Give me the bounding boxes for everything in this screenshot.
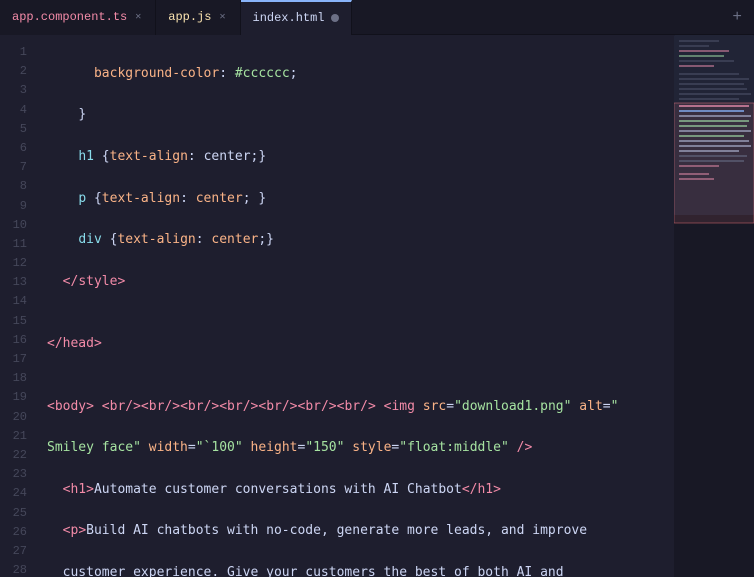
tab-label: app.js: [168, 10, 211, 24]
tab-bar: app.component.ts ✕ app.js ✕ index.html +: [0, 0, 754, 35]
editor-window: app.component.ts ✕ app.js ✕ index.html +…: [0, 0, 754, 577]
add-tab-button[interactable]: +: [720, 8, 754, 26]
code-line-6: </style>: [47, 272, 674, 293]
tab-index-html[interactable]: index.html: [241, 0, 352, 35]
code-line-4: p {text-align: center; }: [47, 189, 674, 210]
tab-close-icon[interactable]: ✕: [133, 10, 143, 24]
code-line-2: }: [47, 105, 674, 126]
tab-label: app.component.ts: [12, 10, 127, 24]
code-line-5: div {text-align: center;}: [47, 230, 674, 251]
minimap[interactable]: [674, 35, 754, 577]
code-line-13: <p>Build AI chatbots with no-code, gener…: [47, 521, 674, 542]
code-line-10: <body> <br/><br/><br/><br/><br/><br/><br…: [47, 397, 674, 418]
code-editor[interactable]: background-color: #cccccc; } h1 {text-al…: [35, 35, 674, 577]
code-line-11: Smiley face" width="`100" height="150" s…: [47, 438, 674, 459]
code-line-3: h1 {text-align: center;}: [47, 147, 674, 168]
tab-label: index.html: [253, 11, 325, 25]
editor-body: 1 2 3 4 5 6 7 8 9 10 11 12 13 14 15 16 1…: [0, 35, 754, 577]
tab-modified-dot: [331, 14, 339, 22]
tab-app-component[interactable]: app.component.ts ✕: [0, 0, 156, 35]
tab-app-js[interactable]: app.js ✕: [156, 0, 240, 35]
code-line-12: <h1>Automate customer conversations with…: [47, 480, 674, 501]
code-line-1: background-color: #cccccc;: [47, 64, 674, 85]
code-line-8: </head>: [47, 334, 674, 355]
line-numbers: 1 2 3 4 5 6 7 8 9 10 11 12 13 14 15 16 1…: [0, 35, 35, 577]
minimap-visual: [674, 35, 754, 577]
tab-close-icon[interactable]: ✕: [217, 10, 227, 24]
code-line-14: customer experience. Give your customers…: [47, 563, 674, 577]
